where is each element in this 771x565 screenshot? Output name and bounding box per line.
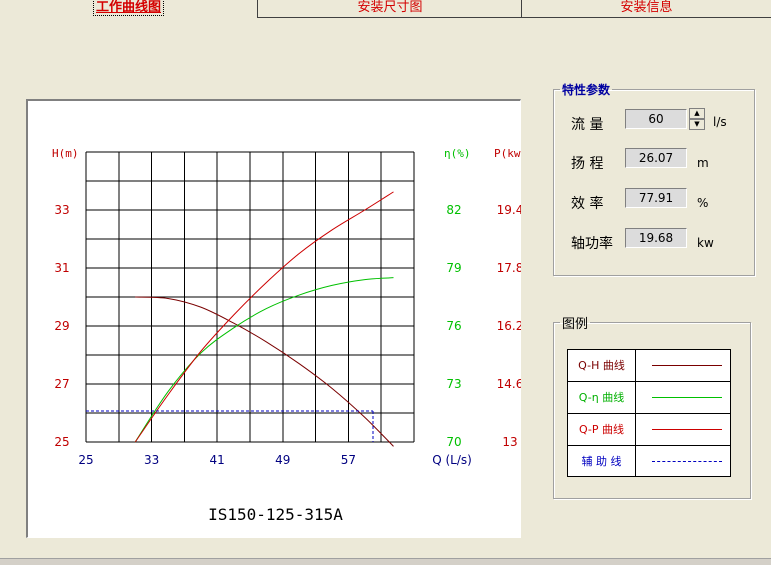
y-tick-label: 13 xyxy=(502,435,517,449)
flow-unit: l/s xyxy=(713,115,727,129)
y-tick-label: 31 xyxy=(54,261,69,275)
x-tick-label: 57 xyxy=(341,453,356,467)
y-tick-label: 82 xyxy=(446,203,461,217)
spin-down-icon[interactable]: ▼ xyxy=(689,119,705,130)
curve-Q-η 曲线 xyxy=(134,277,394,443)
legend-swatch xyxy=(652,461,722,462)
y-tick-label: 73 xyxy=(446,377,461,391)
head-unit: m xyxy=(697,156,709,170)
efficiency-value: 77.91 xyxy=(625,188,687,208)
legend-swatch xyxy=(652,365,722,366)
legend-row: Q-P 曲线 xyxy=(568,414,730,446)
x-tick-label: 25 xyxy=(78,453,93,467)
legend-swatch xyxy=(652,429,722,430)
flow-spinner[interactable]: ▲ ▼ xyxy=(689,108,705,130)
y-axis-label: η(%) xyxy=(444,147,471,160)
y-tick-label: 17.8 xyxy=(497,261,521,275)
tab-install-info[interactable]: 安装信息 xyxy=(522,0,771,18)
head-value: 26.07 xyxy=(625,148,687,168)
head-label: 扬 程 xyxy=(571,156,604,172)
legend-row: Q-H 曲线 xyxy=(568,350,730,382)
y-tick-label: 79 xyxy=(446,261,461,275)
y-tick-label: 76 xyxy=(446,319,461,333)
legend-swatch xyxy=(652,397,722,398)
y-axis-label: H(m) xyxy=(52,147,79,160)
legend-label: Q-H 曲线 xyxy=(568,350,636,381)
spin-up-icon[interactable]: ▲ xyxy=(689,108,705,119)
legend-group-title: 图例 xyxy=(562,317,589,332)
tab-bar: 工作曲线图 安装尺寸图 安装信息 xyxy=(0,0,771,18)
chart-title: IS150-125-315A xyxy=(208,505,343,524)
power-value: 19.68 xyxy=(625,228,687,248)
y-tick-label: 27 xyxy=(54,377,69,391)
performance-chart: H(m) η(%) P(kw.h) 33 31 29 27 25 82 79 76 73 70 19.4 1… xyxy=(52,147,521,467)
tab-work-curve[interactable]: 工作曲线图 xyxy=(0,0,257,17)
efficiency-unit: % xyxy=(697,196,709,210)
legend-label: 辅 助 线 xyxy=(568,446,636,477)
flow-input[interactable]: 60 xyxy=(625,109,687,129)
y-axis-label: P(kw.h) xyxy=(494,147,521,160)
performance-chart-panel: H(m) η(%) P(kw.h) 33 31 29 27 25 82 79 76 73 70 19.4 1… xyxy=(26,99,521,538)
x-tick-label: 33 xyxy=(144,453,159,467)
legend-table: Q-H 曲线 Q-η 曲线 Q-P 曲线 辅 助 线 xyxy=(567,349,731,477)
legend-row: Q-η 曲线 xyxy=(568,382,730,414)
y-tick-label: 25 xyxy=(54,435,69,449)
efficiency-label: 效 率 xyxy=(571,196,604,212)
x-axis-label: Q (L/s) xyxy=(432,453,472,467)
tab-install-dimensions[interactable]: 安装尺寸图 xyxy=(258,0,522,18)
flow-label: 流 量 xyxy=(571,117,604,133)
y-tick-label: 14.6 xyxy=(497,377,521,391)
legend-row: 辅 助 线 xyxy=(568,446,730,478)
y-tick-label: 29 xyxy=(54,319,69,333)
legend-label: Q-η 曲线 xyxy=(568,382,636,413)
y-tick-label: 19.4 xyxy=(497,203,521,217)
power-label: 轴功率 xyxy=(571,236,613,252)
parameters-group-title: 特性参数 xyxy=(562,83,611,97)
curve-Q-H 曲线 xyxy=(135,296,394,447)
curve-Q-P 曲线 xyxy=(134,191,394,443)
y-tick-label: 33 xyxy=(54,203,69,217)
y-tick-label: 16.2 xyxy=(497,319,521,333)
legend-label: Q-P 曲线 xyxy=(568,414,636,445)
power-unit: kw xyxy=(697,236,714,250)
x-tick-label: 41 xyxy=(210,453,225,467)
y-tick-label: 70 xyxy=(446,435,461,449)
x-tick-label: 49 xyxy=(275,453,290,467)
